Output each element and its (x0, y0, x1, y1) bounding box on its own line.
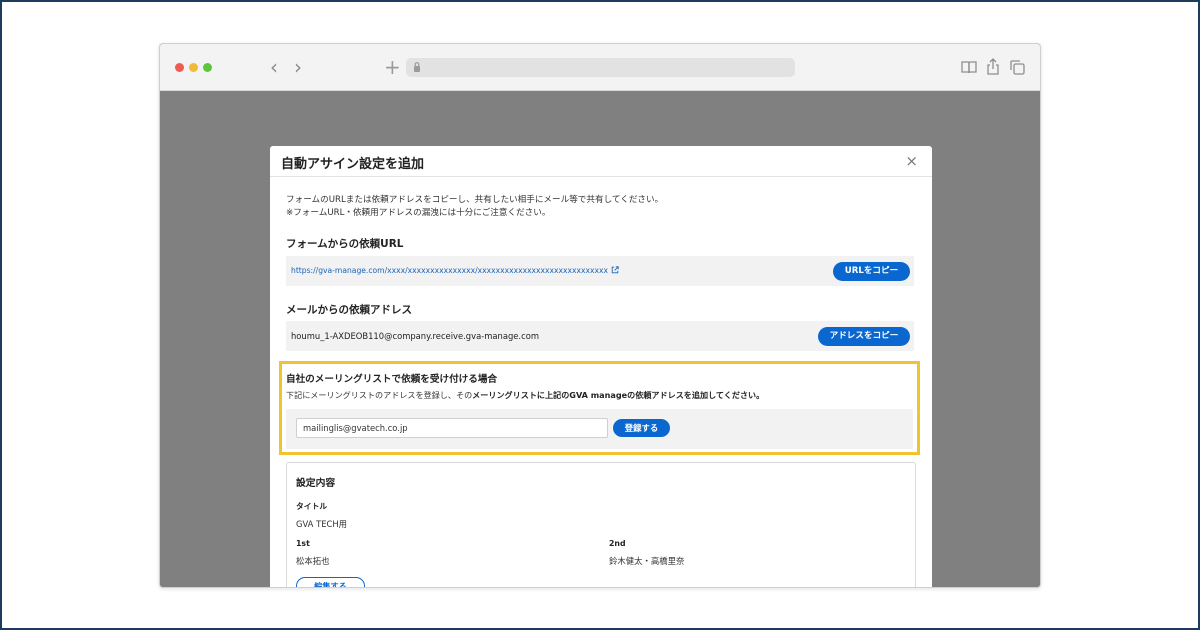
mailing-list-desc-bold: メーリングリストに上記のGVA manageの依頼アドレスを追加してください。 (472, 390, 765, 400)
mail-address-row: houmu_1-AXDEOB110@company.receive.gva-ma… (286, 321, 914, 351)
first-assignee-value: 松本拓也 (296, 556, 330, 566)
external-link-icon (611, 266, 619, 274)
chevron-right-icon[interactable]: › (294, 56, 302, 78)
mailing-list-desc-plain: 下記にメーリングリストのアドレスを登録し、その (286, 390, 473, 400)
mailing-list-description: 下記にメーリングリストのアドレスを登録し、そのメーリングリストに上記のGVA m… (286, 390, 764, 401)
intro-line: フォームのURLまたは依頼アドレスをコピーし、共有したい相手にメール等で共有して… (286, 195, 664, 205)
request-email-address: houmu_1-AXDEOB110@company.receive.gva-ma… (291, 331, 539, 341)
title-field-value: GVA TECH用 (296, 519, 348, 529)
edit-button[interactable]: 編集する (296, 577, 365, 587)
book-icon[interactable] (960, 57, 978, 77)
mailing-list-title: 自社のメーリングリストで依頼を受け付ける場合 (286, 374, 498, 385)
share-icon[interactable] (984, 57, 1002, 77)
first-assignee-label: 1st (296, 539, 310, 548)
form-url-title: フォームからの依頼URL (286, 238, 404, 250)
auto-assign-modal: 自動アサイン設定を追加 × フォームのURLまたは依頼アドレスをコピーし、共有し… (270, 146, 932, 587)
zoom-window-button[interactable] (203, 63, 212, 72)
mailing-list-form: 登録する (286, 409, 913, 449)
close-icon[interactable]: × (905, 152, 918, 170)
mail-address-title: メールからの依頼アドレス (286, 304, 412, 316)
browser-window: ‹ › + 自動アサイン設定を追加 × フォームのURLまたは依頼アドレスをコピ… (159, 43, 1041, 588)
form-url-text: https://gva-manage.com/xxxx/xxxxxxxxxxxx… (291, 266, 608, 275)
chevron-left-icon[interactable]: ‹ (270, 56, 278, 78)
copy-address-button[interactable]: アドレスをコピー (818, 327, 910, 346)
address-bar[interactable] (406, 58, 795, 77)
settings-title: 設定内容 (296, 478, 336, 489)
second-assignee-label: 2nd (609, 539, 626, 548)
close-window-button[interactable] (175, 63, 184, 72)
intro-text: フォームのURLまたは依頼アドレスをコピーし、共有したい相手にメール等で共有して… (286, 194, 663, 220)
plus-icon[interactable]: + (384, 55, 401, 79)
intro-note: ※フォームURL・依頼用アドレスの漏洩には十分にご注意ください。 (286, 208, 551, 218)
modal-header: 自動アサイン設定を追加 × (270, 146, 932, 177)
second-assignee-value: 鈴木健太・高橋里奈 (609, 556, 685, 566)
mailing-list-highlight: 自社のメーリングリストで依頼を受け付ける場合 下記にメーリングリストのアドレスを… (279, 361, 920, 455)
minimize-window-button[interactable] (189, 63, 198, 72)
copy-url-button[interactable]: URLをコピー (833, 262, 910, 281)
lock-icon (414, 62, 420, 72)
browser-toolbar: ‹ › + (160, 44, 1040, 91)
mailing-list-input[interactable] (296, 418, 608, 438)
title-field-label: タイトル (296, 502, 328, 511)
modal-title: 自動アサイン設定を追加 (281, 157, 425, 172)
tabs-icon[interactable] (1008, 57, 1026, 77)
form-url-row: https://gva-manage.com/xxxx/xxxxxxxxxxxx… (286, 256, 914, 286)
page-overlay: 自動アサイン設定を追加 × フォームのURLまたは依頼アドレスをコピーし、共有し… (160, 91, 1040, 587)
settings-card: 設定内容 タイトル GVA TECH用 1st 松本拓也 2nd 鈴木健太・高橋… (286, 462, 916, 587)
register-button[interactable]: 登録する (613, 419, 670, 437)
form-url-link[interactable]: https://gva-manage.com/xxxx/xxxxxxxxxxxx… (291, 266, 619, 275)
